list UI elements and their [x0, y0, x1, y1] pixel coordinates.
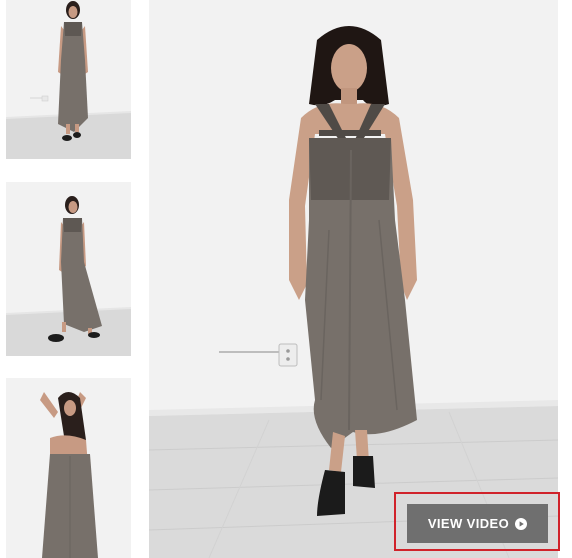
view-video-label: VIEW VIDEO	[427, 516, 510, 531]
product-gallery: VIEW VIDEO	[0, 0, 572, 558]
main-product-image[interactable]	[149, 0, 558, 558]
thumbnail-front-image	[6, 0, 131, 159]
thumbnail-side-image	[6, 182, 131, 356]
thumbnail-front-view[interactable]	[6, 0, 131, 159]
main-product-photo	[149, 0, 558, 558]
play-circle-icon	[515, 517, 528, 530]
thumbnail-back-image	[6, 378, 131, 558]
thumbnail-back-view[interactable]	[6, 378, 131, 558]
view-video-button[interactable]: VIEW VIDEO	[407, 504, 548, 543]
thumbnail-side-view[interactable]	[6, 182, 131, 356]
